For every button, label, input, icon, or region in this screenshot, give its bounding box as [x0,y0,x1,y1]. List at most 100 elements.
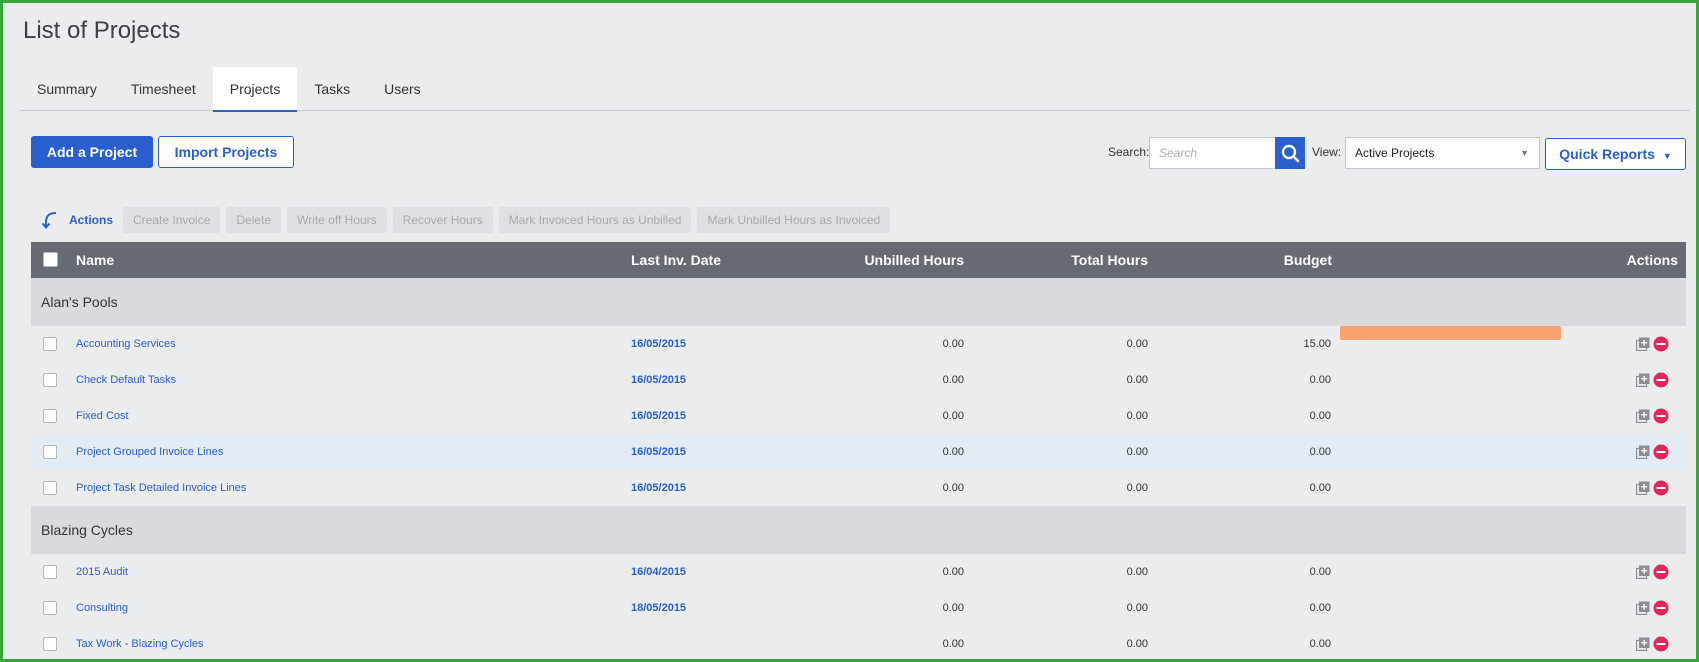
table-row[interactable]: Consulting 18/05/2015 0.00 0.00 0.00 [31,590,1686,626]
tab-timesheet[interactable]: Timesheet [114,67,213,111]
copy-plus-icon[interactable] [1636,445,1650,459]
project-name-link[interactable]: 2015 Audit [76,554,128,590]
total-hours-value: 0.00 [1126,338,1148,350]
unbilled-hours-value: 0.00 [942,482,964,494]
total-hours-value: 0.00 [1126,482,1148,494]
create-invoice-button[interactable]: Create Invoice [123,207,221,233]
table-row[interactable]: Project Grouped Invoice Lines 16/05/2015 0… [31,434,1686,470]
tab-users[interactable]: Users [367,67,438,111]
copy-plus-icon[interactable] [1636,637,1650,651]
row-checkbox[interactable] [43,481,57,495]
last-invoice-date-link[interactable]: 16/04/2015 [631,554,686,590]
select-all-checkbox[interactable] [43,252,58,267]
copy-plus-icon[interactable] [1636,481,1650,495]
delete-button[interactable]: Delete [226,207,282,233]
page-title: List of Projects [23,17,181,44]
view-select-value: Active Projects [1355,146,1435,160]
project-name-link[interactable]: Check Default Tasks [76,362,176,398]
tab-bar: Summary Timesheet Projects Tasks Users [20,67,1690,112]
table-row[interactable]: Tax Work - Blazing Cycles 0.00 0.00 0.00 [31,626,1686,659]
col-header-name[interactable]: Name [76,242,114,278]
row-checkbox[interactable] [43,373,57,387]
mark-invoiced-as-unbilled-button[interactable]: Mark Invoiced Hours as Unbilled [498,207,692,233]
budget-value: 0.00 [1309,446,1331,458]
unbilled-hours-value: 0.00 [942,410,964,422]
tab-projects[interactable]: Projects [212,67,298,112]
col-header-total-hours[interactable]: Total Hours [1071,242,1148,278]
table-row[interactable]: Check Default Tasks 16/05/2015 0.00 0.00 0.0… [31,362,1686,398]
table-body: Alan's Pools Accounting Services 16/05/201… [31,278,1686,659]
budget-value: 0.00 [1309,482,1331,494]
project-name-link[interactable]: Fixed Cost [76,398,129,434]
row-checkbox[interactable] [43,637,57,651]
quick-reports-label: Quick Reports [1559,146,1655,162]
mark-unbilled-as-invoiced-button[interactable]: Mark Unbilled Hours as Invoiced [697,207,891,233]
row-checkbox[interactable] [43,445,57,459]
table-row[interactable]: Accounting Services 16/05/2015 0.00 0.00 15.… [31,326,1686,362]
project-name-link[interactable]: Accounting Services [76,326,176,362]
last-invoice-date-link[interactable]: 18/05/2015 [631,590,686,626]
table-row[interactable]: Project Task Detailed Invoice Lines 16/05… [31,470,1686,506]
remove-circle-icon[interactable] [1653,636,1669,652]
row-checkbox[interactable] [43,409,57,423]
import-projects-button[interactable]: Import Projects [158,136,294,168]
budget-progress-bar [1340,326,1561,340]
remove-circle-icon[interactable] [1653,564,1669,580]
last-invoice-date-link[interactable]: 16/05/2015 [631,470,686,506]
row-checkbox[interactable] [43,601,57,615]
tab-summary[interactable]: Summary [20,67,114,111]
col-header-last-inv-date[interactable]: Last Inv. Date [631,242,721,278]
app-frame: List of Projects Summary Timesheet Proje… [0,0,1699,662]
last-invoice-date-link[interactable]: 16/05/2015 [631,326,686,362]
copy-plus-icon[interactable] [1636,601,1650,615]
project-name-link[interactable]: Project Task Detailed Invoice Lines [76,470,246,506]
remove-circle-icon[interactable] [1653,480,1669,496]
search-icon [1281,144,1300,163]
view-select[interactable]: Active Projects ▼ [1345,137,1540,169]
total-hours-value: 0.00 [1126,410,1148,422]
search-input[interactable] [1149,137,1275,169]
caret-down-icon: ▼ [1520,148,1529,158]
copy-plus-icon[interactable] [1636,565,1650,579]
remove-circle-icon[interactable] [1653,336,1669,352]
row-checkbox[interactable] [43,565,57,579]
col-header-actions: Actions [1626,252,1678,268]
write-off-hours-button[interactable]: Write off Hours [287,207,387,233]
last-invoice-date-link[interactable]: 16/05/2015 [631,362,686,398]
copy-plus-icon[interactable] [1636,409,1650,423]
budget-value: 0.00 [1309,374,1331,386]
quick-reports-button[interactable]: Quick Reports ▼ [1545,138,1686,170]
table-row[interactable]: 2015 Audit 16/04/2015 0.00 0.00 0.00 [31,554,1686,590]
remove-circle-icon[interactable] [1653,372,1669,388]
project-name-link[interactable]: Tax Work - Blazing Cycles [76,626,204,659]
last-invoice-date-link[interactable]: 16/05/2015 [631,398,686,434]
view-label: View: [1312,145,1342,159]
project-name-link[interactable]: Consulting [76,590,128,626]
arrow-down-left-icon [41,212,57,230]
unbilled-hours-value: 0.00 [942,446,964,458]
remove-circle-icon[interactable] [1653,600,1669,616]
unbilled-hours-value: 0.00 [942,374,964,386]
last-invoice-date-link[interactable]: 16/05/2015 [631,434,686,470]
budget-value: 0.00 [1309,638,1331,650]
table-header: Name Last Inv. Date Unbilled Hours Total… [31,242,1686,278]
unbilled-hours-value: 0.00 [942,638,964,650]
copy-plus-icon[interactable] [1636,337,1650,351]
project-name-link[interactable]: Project Grouped Invoice Lines [76,434,223,470]
unbilled-hours-value: 0.00 [942,338,964,350]
col-header-unbilled-hours[interactable]: Unbilled Hours [864,242,964,278]
bulk-actions-label[interactable]: Actions [69,213,113,227]
remove-circle-icon[interactable] [1653,444,1669,460]
total-hours-value: 0.00 [1126,602,1148,614]
budget-value: 15.00 [1303,338,1331,350]
tab-tasks[interactable]: Tasks [297,67,367,111]
copy-plus-icon[interactable] [1636,373,1650,387]
budget-value: 0.00 [1309,602,1331,614]
recover-hours-button[interactable]: Recover Hours [392,207,493,233]
remove-circle-icon[interactable] [1653,408,1669,424]
add-project-button[interactable]: Add a Project [31,136,153,168]
row-checkbox[interactable] [43,337,57,351]
col-header-budget[interactable]: Budget [1284,242,1332,278]
search-button[interactable] [1275,137,1305,169]
table-row[interactable]: Fixed Cost 16/05/2015 0.00 0.00 0.00 [31,398,1686,434]
